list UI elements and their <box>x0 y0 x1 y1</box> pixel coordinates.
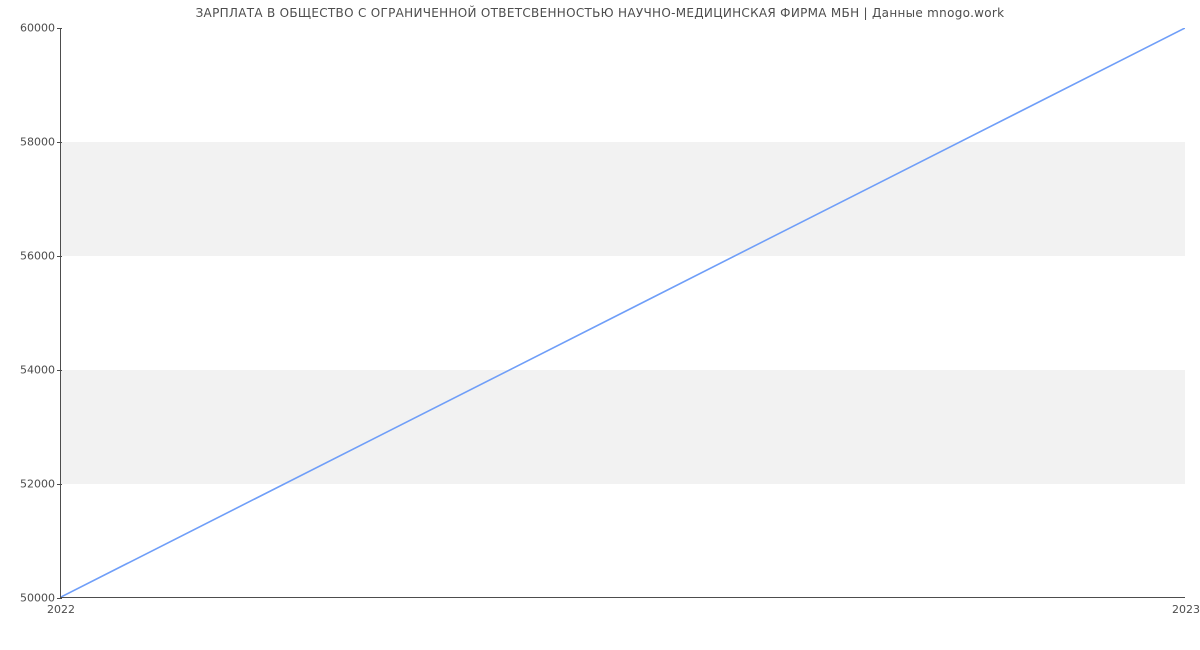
chart-title: ЗАРПЛАТА В ОБЩЕСТВО С ОГРАНИЧЕННОЙ ОТВЕТ… <box>0 6 1200 20</box>
y-tick: 54000 <box>20 364 61 377</box>
data-line <box>61 28 1185 597</box>
x-tick: 2022 <box>47 603 75 616</box>
y-tick: 58000 <box>20 136 61 149</box>
y-tick: 60000 <box>20 22 61 35</box>
y-tick: 56000 <box>20 250 61 263</box>
chart-container: ЗАРПЛАТА В ОБЩЕСТВО С ОГРАНИЧЕННОЙ ОТВЕТ… <box>0 0 1200 650</box>
grid-band <box>61 370 1185 484</box>
plot-area: 50000520005400056000580006000020222023 <box>60 28 1185 598</box>
grid-band <box>61 142 1185 256</box>
x-tick: 2023 <box>1172 603 1200 616</box>
y-tick: 52000 <box>20 478 61 491</box>
